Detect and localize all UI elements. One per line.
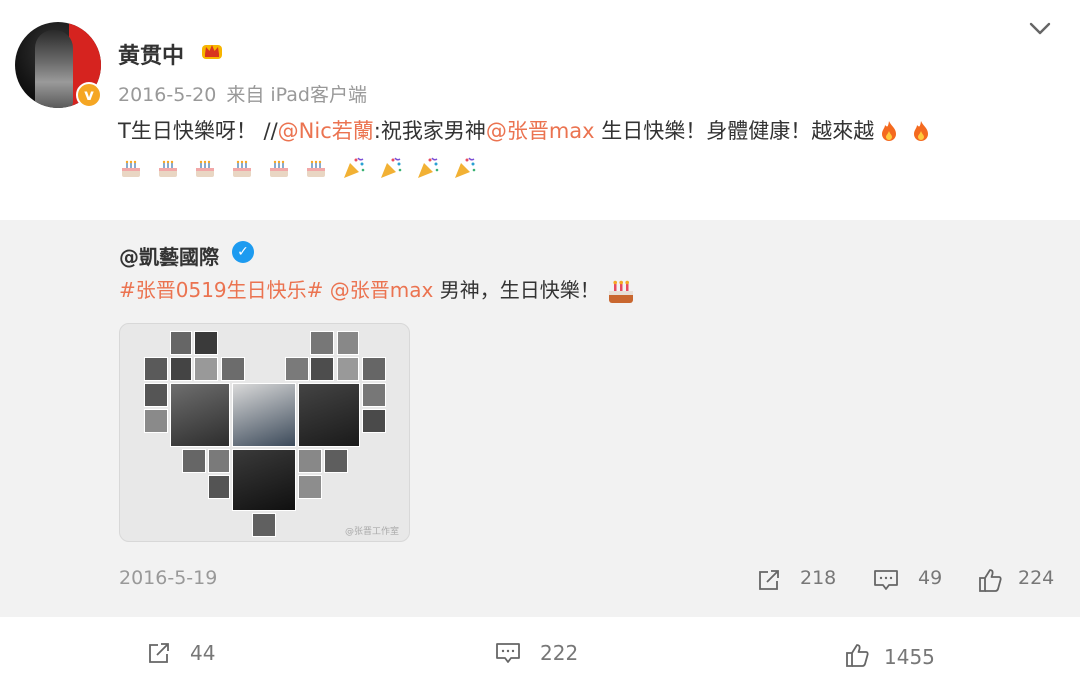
hashtag-link[interactable]: #张晋0519生日快乐# bbox=[119, 278, 323, 302]
mention-zhangjin[interactable]: @张晋max bbox=[486, 119, 595, 143]
cake-icon bbox=[233, 160, 252, 177]
retweet-username[interactable]: @凱藝國際 bbox=[119, 241, 219, 270]
party-popper-icon bbox=[417, 157, 439, 178]
verified-icon: ✓ bbox=[232, 241, 254, 263]
retweet-likes-count[interactable]: 224 bbox=[1018, 567, 1054, 589]
username[interactable]: 黄贯中 bbox=[118, 38, 184, 70]
post-text-prefix: T生日快樂呀！ // bbox=[118, 119, 278, 143]
retweet-image[interactable]: @张晋工作室 bbox=[119, 323, 410, 542]
party-popper-icon bbox=[343, 157, 364, 178]
cake-icon bbox=[122, 160, 140, 177]
avatar-figure bbox=[35, 30, 73, 108]
comment-icon[interactable] bbox=[873, 567, 899, 593]
post-text: T生日快樂呀！ //@Nic若蘭:祝我家男神@张晋max 生日快樂！身體健康！越… bbox=[118, 116, 940, 146]
post-meta: 2016-5-20 来自 iPad客户端 bbox=[118, 80, 367, 107]
fire-icon bbox=[882, 121, 897, 141]
chevron-down-icon[interactable] bbox=[1027, 18, 1053, 38]
repost-icon[interactable] bbox=[756, 567, 782, 593]
retweet-date: 2016-5-19 bbox=[119, 567, 218, 589]
retweet-comments-count[interactable]: 49 bbox=[918, 567, 942, 589]
cake-icon bbox=[307, 160, 326, 177]
like-icon[interactable] bbox=[977, 567, 1003, 593]
crown-icon bbox=[202, 45, 222, 59]
party-popper-icon bbox=[380, 157, 401, 178]
retweet-reposts-count[interactable]: 218 bbox=[800, 567, 836, 589]
cake-icon bbox=[270, 160, 289, 177]
cake-icon bbox=[196, 160, 215, 177]
comment-icon[interactable] bbox=[495, 640, 521, 666]
comments-count[interactable]: 222 bbox=[540, 641, 578, 665]
repost-icon[interactable] bbox=[146, 640, 172, 666]
retweet-text-body: 男神，生日快樂！ bbox=[433, 278, 600, 302]
mention-nic[interactable]: @Nic若蘭 bbox=[278, 119, 374, 143]
emoji-row bbox=[118, 155, 484, 185]
reposts-count[interactable]: 44 bbox=[190, 641, 215, 665]
post-source: 来自 iPad客户端 bbox=[226, 84, 367, 106]
like-icon[interactable] bbox=[844, 642, 870, 668]
image-watermark: @张晋工作室 bbox=[344, 527, 399, 537]
party-popper-icon bbox=[454, 157, 476, 178]
post-date: 2016-5-20 bbox=[118, 84, 217, 106]
post-text-mid: :祝我家男神 bbox=[373, 119, 486, 143]
cake-icon bbox=[159, 160, 178, 177]
likes-count[interactable]: 1455 bbox=[884, 645, 935, 669]
verified-badge-icon: v bbox=[76, 82, 102, 108]
fire-icon bbox=[914, 121, 929, 141]
mention-zhangjin-retweet[interactable]: @张晋max bbox=[323, 278, 434, 302]
retweet-text: #张晋0519生日快乐# @张晋max 男神，生日快樂！ bbox=[119, 276, 636, 307]
cake-icon bbox=[608, 280, 633, 303]
post-text-suffix: 生日快樂！身體健康！越來越 bbox=[594, 119, 875, 143]
